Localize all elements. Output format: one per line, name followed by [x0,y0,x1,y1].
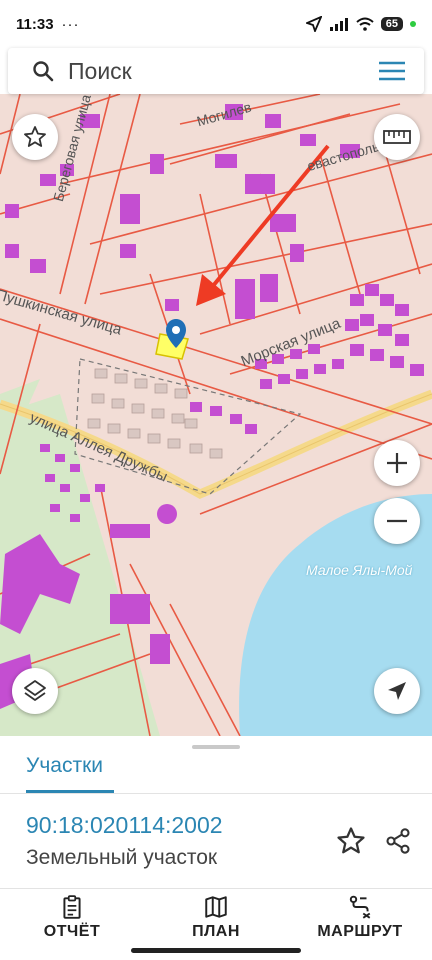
status-bar: 11:33 ··· 65 [0,0,432,48]
sheet-drag-handle[interactable] [192,745,240,749]
parcel-type: Земельный участок [26,846,218,869]
divider [0,793,432,794]
status-time: 11:33 [16,15,54,33]
app-screen: 11:33 ··· 65 Береговая улица Морская ули… [0,0,432,960]
parcel-cadastral-number[interactable]: 90:18:020114:2002 [26,812,223,839]
star-icon[interactable] [336,826,366,856]
ruler-icon [383,130,411,144]
tab-parcels[interactable]: Участки [26,754,103,778]
lake-label: Малое Ялы-Мой [306,562,413,578]
status-indicator-dot [410,21,416,27]
plus-icon [387,453,407,473]
bottom-sheet: Участки 90:18:020114:2002 Земельный учас… [0,736,432,960]
route-label: МАРШРУТ [317,923,403,940]
location-arrow-icon [305,16,322,32]
report-label: ОТЧЁТ [43,923,101,940]
search-icon [33,61,54,82]
my-location-button[interactable] [374,668,420,714]
star-icon [24,126,46,147]
plan-button[interactable]: ПЛАН [156,894,276,941]
signal-icon [329,18,348,31]
layers-button[interactable] [12,668,58,714]
favorite-map-button[interactable] [12,114,58,160]
search-bar[interactable]: Поиск [8,48,424,94]
ruler-button[interactable] [374,114,420,160]
menu-icon[interactable] [378,60,406,82]
battery-icon: 65 [380,17,403,31]
route-button[interactable]: МАРШРУТ [300,894,420,941]
layers-icon [24,680,46,701]
map-icon [205,896,227,918]
share-icon[interactable] [384,826,412,856]
minus-icon [387,519,407,523]
divider [0,888,432,889]
wifi-icon [356,17,374,31]
gesture-bar [131,948,301,953]
clipboard-icon [63,895,81,919]
navigation-icon [388,682,406,700]
status-more-icon: ··· [61,15,80,33]
search-input[interactable]: Поиск [68,58,132,85]
zoom-out-button[interactable] [374,498,420,544]
map-view[interactable]: Береговая улица Морская улица Пушкинская… [0,94,432,736]
route-icon [349,895,371,919]
zoom-in-button[interactable] [374,440,420,486]
report-button[interactable]: ОТЧЁТ [12,894,132,941]
plan-label: ПЛАН [192,923,240,940]
